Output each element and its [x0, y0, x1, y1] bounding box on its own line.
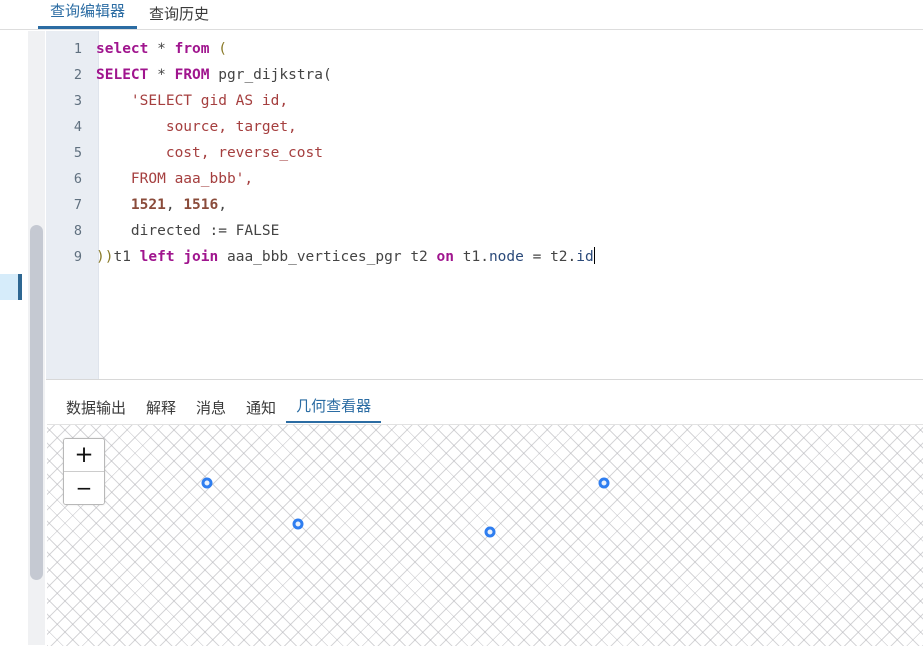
code-line: 6 FROM aaa_bbb', [46, 166, 923, 192]
collapsed-panel-handle[interactable] [0, 274, 22, 300]
results-tab-4[interactable]: 几何查看器 [286, 398, 382, 423]
code-line-text: directed := FALSE [96, 223, 280, 239]
line-number: 2 [73, 67, 82, 83]
code-line: 3 'SELECT gid AS id, [46, 88, 923, 114]
results-tab-2[interactable]: 消息 [186, 400, 236, 423]
map-marker[interactable] [201, 477, 213, 489]
scrollbar-thumb[interactable] [30, 225, 43, 580]
results-tab-0[interactable]: 数据输出 [56, 400, 136, 423]
geometry-viewer-map[interactable]: + − [47, 424, 923, 646]
map-marker[interactable] [484, 526, 496, 538]
code-line: 2 SELECT * FROM pgr_dijkstra( [46, 62, 923, 88]
results-panel: 数据输出 解释 消息 通知 几何查看器 + − [46, 381, 923, 646]
code-line: 5 cost, reverse_cost [46, 140, 923, 166]
vertical-scrollbar[interactable] [28, 31, 45, 645]
line-number: 8 [73, 223, 82, 239]
code-line-text: FROM aaa_bbb', [96, 171, 254, 187]
text-caret [593, 247, 595, 264]
code-line-text: cost, reverse_cost [96, 145, 323, 161]
code-line-text: SELECT * FROM pgr_dijkstra( [96, 67, 332, 83]
line-number: 1 [73, 41, 82, 57]
tab-query-history[interactable]: 查询历史 [137, 6, 221, 29]
code-line: 4 source, target, [46, 114, 923, 140]
line-number: 6 [73, 171, 82, 187]
line-number: 4 [73, 119, 82, 135]
code-line-text: select * from ( [96, 41, 227, 57]
code-line: 8 directed := FALSE [46, 218, 923, 244]
code-line: 9 ))t1 left join aaa_bbb_vertices_pgr t2 … [46, 244, 923, 270]
editor-results-divider[interactable] [46, 379, 923, 380]
query-tool-tabstrip: 查询编辑器 查询历史 [0, 0, 923, 30]
zoom-out-button[interactable]: − [64, 471, 104, 504]
code-line-text: 1521, 1516, [130, 197, 227, 213]
code-line-text: 'SELECT gid AS id, [130, 93, 289, 109]
code-line: 1 select * from ( [46, 36, 923, 62]
results-tab-3[interactable]: 通知 [236, 400, 286, 423]
results-tab-1[interactable]: 解释 [136, 400, 186, 423]
code-line-text: source, target, [96, 119, 297, 135]
map-zoom-controls: + − [63, 438, 105, 505]
map-marker[interactable] [598, 477, 610, 489]
map-marker[interactable] [292, 518, 304, 530]
code-line-text: ))t1 left join aaa_bbb_vertices_pgr t2 o… [96, 247, 595, 265]
code-line: 7 1521, 1516, [46, 192, 923, 218]
line-number: 5 [73, 145, 82, 161]
line-number: 3 [73, 93, 82, 109]
results-tabstrip: 数据输出 解释 消息 通知 几何查看器 [46, 381, 923, 423]
sql-editor-panel: 1 select * from ( 2 SELECT * FROM pgr_dijks… [0, 31, 923, 645]
line-number: 9 [73, 249, 82, 265]
sql-code-lines: 1 select * from ( 2 SELECT * FROM pgr_dijks… [46, 36, 923, 270]
zoom-in-button[interactable]: + [64, 439, 104, 471]
sql-code-area[interactable]: 1 select * from ( 2 SELECT * FROM pgr_dijks… [46, 31, 923, 380]
tab-query-editor[interactable]: 查询编辑器 [38, 3, 138, 29]
line-number: 7 [73, 197, 82, 213]
